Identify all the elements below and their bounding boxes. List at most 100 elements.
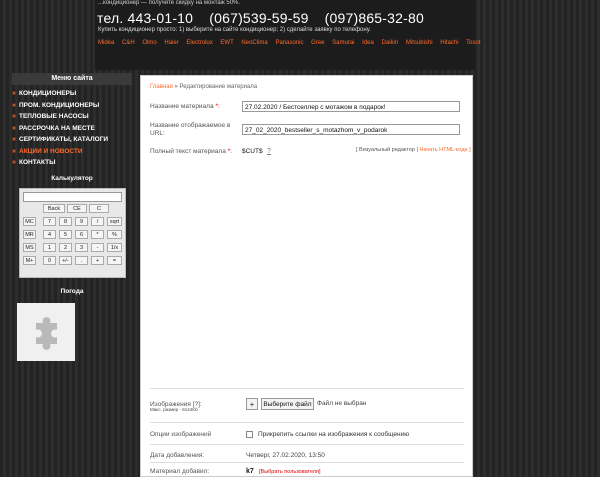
divider (150, 462, 464, 463)
breadcrumb-separator: » (174, 84, 178, 90)
calc-button[interactable]: 6 (75, 229, 88, 239)
weather-title: Погода (60, 287, 84, 295)
breadcrumb-home[interactable]: Главная (150, 84, 173, 90)
site-menu: КОНДИЦИОНЕРЫ ПРОМ. КОНДИЦИОНЕРЫ ТЕПЛОВЫЕ… (12, 85, 132, 169)
brand-link[interactable]: Idea (362, 40, 374, 46)
brand-link[interactable]: Mitsubishi (406, 40, 433, 46)
required-mark: *: (227, 148, 232, 155)
calc-button[interactable]: 2 (59, 242, 72, 252)
menu-item-promos[interactable]: АКЦИИ И НОВОСТИ (12, 146, 132, 158)
author-label: Материал добавил: (150, 468, 210, 475)
file-status: Файл не выбран (317, 400, 367, 407)
brand-links: Midea C&H Olmo Haier Electrolux EWT NeoC… (98, 40, 487, 46)
menu-item-conditioners[interactable]: КОНДИЦИОНЕРЫ (12, 88, 132, 100)
fulltext-label: Полный текст материала *: (150, 148, 232, 156)
phone-numbers: тел. 443-01-10 (067)539-59-59 (097)865-3… (97, 10, 436, 26)
edit-material-form: Главная » Редактирование материала Назва… (140, 75, 473, 477)
calc-button[interactable]: = (107, 255, 122, 265)
buy-hint: Купить кондиционер просто: 1) выберите н… (98, 27, 371, 33)
url-label: Название отображаемое в URL: (150, 122, 231, 137)
calc-button[interactable]: % (107, 229, 122, 239)
brand-link[interactable]: Daikin (382, 40, 399, 46)
weather-widget (17, 302, 75, 361)
brand-link[interactable]: NeoClima (241, 40, 267, 46)
breadcrumb-current: Редактирование материала (179, 84, 258, 90)
calc-button[interactable]: +/- (59, 255, 72, 265)
phone-2: (067)539-59-59 (209, 10, 309, 26)
fulltext-editor[interactable]: $CUT$ (242, 148, 263, 155)
puzzle-icon (36, 316, 57, 350)
attach-links-label[interactable]: Прикрепить ссылки на изображения к сообщ… (258, 431, 409, 438)
attach-links-checkbox[interactable] (246, 431, 253, 438)
calc-button[interactable]: * (91, 229, 104, 239)
calc-button[interactable]: 7 (43, 216, 56, 226)
calc-button[interactable]: MS (23, 242, 36, 252)
calc-button[interactable]: 9 (75, 216, 88, 226)
divider (150, 422, 464, 423)
phone-1: тел. 443-01-10 (97, 10, 194, 26)
brand-link[interactable]: Gree (311, 40, 324, 46)
brand-link[interactable]: Tosot (466, 40, 480, 46)
breadcrumb: Главная » Редактирование материала (150, 84, 257, 90)
calc-ce-button[interactable]: CE (67, 203, 87, 213)
menu-item-certificates[interactable]: СЕРТИФИКАТЫ, КАТАЛОГИ (12, 134, 132, 146)
author-value: k7 (246, 468, 254, 475)
calc-c-button[interactable]: C (89, 203, 109, 213)
calculator-title: Калькулятор (51, 174, 93, 182)
help-link[interactable]: ? (267, 148, 271, 155)
calc-button[interactable]: + (91, 255, 104, 265)
phone-3: (097)865-32-80 (324, 10, 424, 26)
title-input[interactable]: 27.02.2020 / Бестселлер с мотажом в пода… (242, 101, 460, 112)
select-user-link[interactable]: [Выбрать пользователя] (259, 469, 321, 475)
calculator-display[interactable] (23, 191, 122, 202)
url-input[interactable]: 27_02_2020_bestseller_s_motazhom_v_podar… (242, 124, 460, 135)
menu-item-industrial[interactable]: ПРОМ. КОНДИЦИОНЕРЫ (12, 100, 132, 112)
date-label: Дата добавления: (150, 452, 205, 459)
brand-link[interactable]: Hitachi (440, 40, 458, 46)
calc-button[interactable]: MC (23, 216, 36, 226)
calc-button[interactable]: MR (23, 229, 36, 239)
calc-button[interactable]: sqrt (107, 216, 122, 226)
menu-item-contacts[interactable]: КОНТАКТЫ (12, 157, 132, 169)
title-label: Название материала *: (150, 103, 220, 111)
divider (150, 388, 464, 389)
calc-button[interactable]: 5 (59, 229, 72, 239)
calc-button[interactable]: 3 (75, 242, 88, 252)
image-options-label: Опции изображений (150, 431, 212, 438)
brand-link[interactable]: Panasonic (275, 40, 303, 46)
images-size-note: Макс. размер - 6144Kb (150, 407, 198, 412)
brand-link[interactable]: Samurai (332, 40, 354, 46)
calc-button[interactable]: 0 (43, 255, 56, 265)
calculator: Back CE C MC 7 8 9 / sqrt MR 4 5 6 * % M… (19, 187, 126, 278)
calc-button[interactable]: 8 (59, 216, 72, 226)
brand-link[interactable]: Olmo (142, 40, 156, 46)
calc-button[interactable]: 1/x (107, 242, 122, 252)
brand-link[interactable]: Electrolux (186, 40, 212, 46)
date-value: Четверг, 27.02.2020, 13:50 (246, 452, 325, 459)
calc-back-button[interactable]: Back (43, 203, 65, 213)
visual-editor-link[interactable]: [ Визуальный редактор (356, 147, 415, 153)
menu-item-installments[interactable]: РАССРОЧКА НА МЕСТЕ (12, 123, 132, 135)
brand-link[interactable]: Midea (98, 40, 114, 46)
calc-button[interactable]: / (91, 216, 104, 226)
html-code-link[interactable]: Начать HTML-коде ] (419, 147, 470, 153)
editor-mode-links: [ Визуальный редактор | Начать HTML-коде… (356, 147, 471, 153)
promo-text: ...кондиционер — получите скидку на монт… (98, 0, 241, 6)
calc-button[interactable]: - (91, 242, 104, 252)
title-label-text: Название материала (150, 103, 214, 110)
sidebar: Меню сайта КОНДИЦИОНЕРЫ ПРОМ. КОНДИЦИОНЕ… (12, 73, 132, 361)
brand-link[interactable]: C&H (122, 40, 135, 46)
menu-title: Меню сайта (12, 73, 132, 85)
brand-link[interactable]: EWT (220, 40, 233, 46)
menu-item-heat-pumps[interactable]: ТЕПЛОВЫЕ НАСОСЫ (12, 111, 132, 123)
calc-button[interactable]: 4 (43, 229, 56, 239)
calc-button[interactable]: M+ (23, 255, 36, 265)
fulltext-label-text: Полный текст материала (150, 148, 226, 155)
calc-button[interactable]: . (75, 255, 88, 265)
add-image-button[interactable]: + (246, 398, 258, 410)
required-mark: *: (215, 103, 220, 110)
brand-link[interactable]: Haier (164, 40, 178, 46)
choose-file-button[interactable]: Выберите файл (261, 398, 314, 410)
divider (150, 444, 464, 445)
calc-button[interactable]: 1 (43, 242, 56, 252)
